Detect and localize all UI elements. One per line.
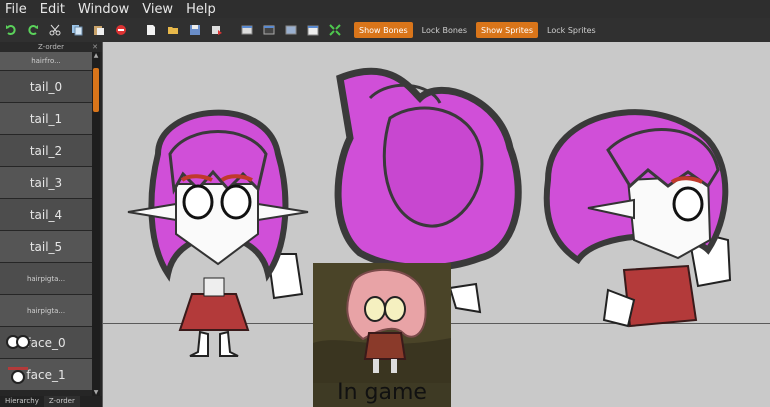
menu-edit[interactable]: Edit [35, 2, 73, 17]
sprite-canvas[interactable]: In game [102, 42, 770, 407]
z-order-panel: Z-order ✕ hairfro... tail_0 tail_1 tail_… [0, 42, 102, 407]
list-item[interactable]: tail_5 [0, 231, 92, 262]
menu-help[interactable]: Help [181, 2, 224, 17]
fit-view-icon[interactable] [324, 19, 346, 41]
menu-bar: File Edit Window View Help [0, 0, 770, 18]
panel-title: Z-order [38, 43, 64, 51]
delete-icon[interactable] [110, 19, 132, 41]
list-item[interactable]: tail_2 [0, 135, 92, 166]
list-item-label: face_1 [26, 367, 66, 382]
character-front-view[interactable] [118, 94, 318, 364]
character-side-view[interactable] [538, 90, 748, 340]
vertical-guide-line [102, 42, 103, 407]
paste-icon[interactable] [88, 19, 110, 41]
undo-icon[interactable] [0, 19, 22, 41]
panel-tabs: Hierarchy Z-order [0, 396, 102, 407]
copy-icon[interactable] [66, 19, 88, 41]
list-item[interactable]: hairfro... [0, 52, 92, 70]
list-item-face-1[interactable]: face_1 [0, 359, 92, 390]
in-game-preview: In game [313, 263, 451, 407]
list-item-label: face_0 [26, 335, 66, 350]
list-item[interactable]: hairpigta... [0, 263, 92, 294]
toolbar: Show Bones Lock Bones Show Sprites Lock … [0, 18, 770, 42]
menu-file[interactable]: File [0, 2, 35, 17]
in-game-label: In game [337, 380, 427, 405]
lock-sprites-button[interactable]: Lock Sprites [542, 22, 601, 38]
close-icon[interactable]: ✕ [92, 42, 98, 52]
lock-bones-button[interactable]: Lock Bones [417, 22, 472, 38]
panel-scrollbar[interactable]: ▲ ▼ [92, 52, 100, 397]
scroll-thumb[interactable] [93, 68, 99, 112]
z-order-list: hairfro... tail_0 tail_1 tail_2 tail_3 t… [0, 52, 92, 397]
tab-hierarchy[interactable]: Hierarchy [0, 396, 44, 407]
window-icon-3[interactable] [280, 19, 302, 41]
save-icon[interactable] [184, 19, 206, 41]
window-icon-2[interactable] [258, 19, 280, 41]
open-folder-icon[interactable] [162, 19, 184, 41]
tab-z-order[interactable]: Z-order [43, 396, 80, 407]
menu-window[interactable]: Window [73, 2, 137, 17]
list-item[interactable]: tail_4 [0, 199, 92, 230]
show-sprites-button[interactable]: Show Sprites [476, 22, 539, 38]
redo-icon[interactable] [22, 19, 44, 41]
face-thumbnail-icon [8, 367, 28, 384]
export-icon[interactable] [206, 19, 228, 41]
list-item[interactable]: hairpigta... [0, 295, 92, 326]
calendar-icon[interactable] [302, 19, 324, 41]
menu-view[interactable]: View [137, 2, 181, 17]
new-file-icon[interactable] [140, 19, 162, 41]
list-item[interactable]: tail_1 [0, 103, 92, 134]
window-icon-1[interactable] [236, 19, 258, 41]
scroll-up-icon[interactable]: ▲ [93, 53, 99, 59]
show-bones-button[interactable]: Show Bones [354, 22, 413, 38]
list-item-face-0[interactable]: face_0 [0, 327, 92, 358]
list-item[interactable]: tail_3 [0, 167, 92, 198]
in-game-character-image [313, 263, 451, 383]
panel-header: Z-order ✕ [0, 42, 102, 52]
face-thumbnail-icon [6, 335, 30, 349]
cut-icon[interactable] [44, 19, 66, 41]
list-item[interactable]: tail_0 [0, 71, 92, 102]
